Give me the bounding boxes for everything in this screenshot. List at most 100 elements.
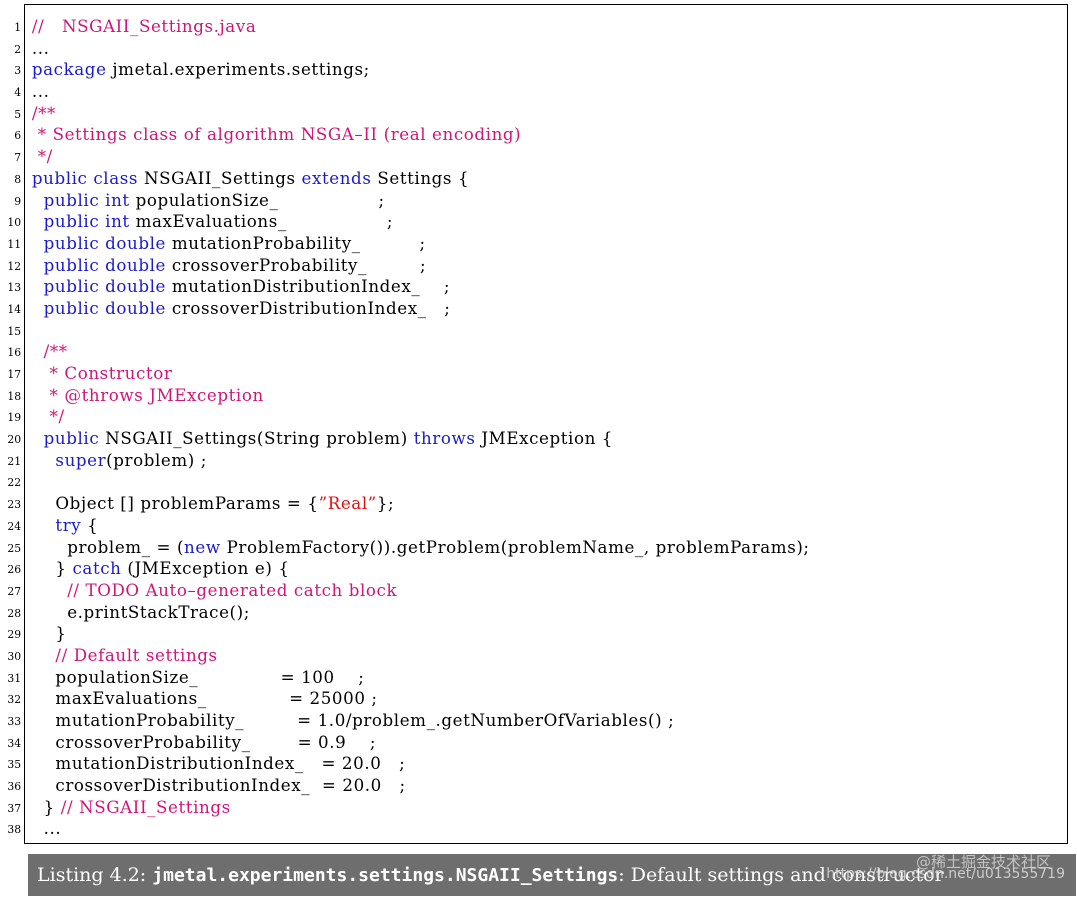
code-text: * @throws JMException xyxy=(32,386,264,408)
code-line: 22 xyxy=(7,472,1047,494)
comment-token: // NSGAII_Settings xyxy=(60,797,231,818)
code-line: 28 e.printStackTrace(); xyxy=(7,603,1047,625)
plain-token: ProblemFactory()).getProblem(problemName… xyxy=(220,537,810,558)
code-text: /** xyxy=(32,104,56,126)
code-text: } catch (JMException e) { xyxy=(32,559,290,581)
plain-token: crossoverDistributionIndex_ = 20.0 ; xyxy=(31,776,406,797)
line-number: 17 xyxy=(7,368,22,381)
line-number: 9 xyxy=(14,194,22,208)
code-line: 19 */ xyxy=(7,407,1047,429)
plain-token: ... xyxy=(31,82,50,103)
keyword-token: throws xyxy=(413,429,476,450)
line-number: 15 xyxy=(7,324,22,338)
code-line: 4... xyxy=(14,82,1047,104)
plain-token: crossoverProbability_ ; xyxy=(166,255,427,276)
line-number: 14 xyxy=(7,302,22,316)
code-text: ... xyxy=(32,819,61,841)
plain-token: } xyxy=(31,797,61,818)
code-text: maxEvaluations_ = 25000 ; xyxy=(32,689,378,711)
code-line: 5 /** xyxy=(14,104,1047,126)
comment-token: /** xyxy=(31,103,56,124)
code-line: 35 mutationDistributionIndex_ = 20.0 ; xyxy=(7,754,1047,776)
code-line: 26 } catch (JMException e) { xyxy=(7,559,1047,581)
keyword-token: public double xyxy=(43,277,167,298)
keyword-token: extends xyxy=(301,168,372,189)
line-number: 20 xyxy=(7,433,22,447)
line-number: 10 xyxy=(7,216,22,230)
line-number: 1 xyxy=(14,21,22,34)
keyword-token: public class xyxy=(31,168,139,189)
line-number: 27 xyxy=(7,584,22,598)
plain-token: Object [] problemParams = { xyxy=(31,494,319,515)
code-text: public NSGAII_Settings(String problem) t… xyxy=(32,429,613,451)
code-text: e.printStackTrace(); xyxy=(32,603,250,625)
plain-token: (problem) ; xyxy=(106,450,207,471)
code-text: public int populationSize_ ; xyxy=(32,191,385,213)
plain-token: Settings { xyxy=(371,168,470,189)
line-number: 19 xyxy=(7,411,22,425)
code-line: 29 } xyxy=(7,624,1047,646)
code-line: 11 public double mutationProbability_ ; xyxy=(7,234,1047,256)
caption-classname: jmetal.experiments.settings.NSGAII_Setti… xyxy=(152,865,619,886)
keyword-token: public xyxy=(43,429,100,450)
code-line: 24 try { xyxy=(7,516,1047,538)
code-text: problem_ = (new ProblemFactory()).getPro… xyxy=(32,538,810,560)
code-text: public double crossoverProbability_ ; xyxy=(32,256,426,278)
code-line: 6 * Settings class of algorithm NSGA–II … xyxy=(14,125,1047,147)
code-text: package jmetal.experiments.settings; xyxy=(32,60,370,82)
line-number: 2 xyxy=(14,42,22,56)
code-line: 36 crossoverDistributionIndex_ = 20.0 ; xyxy=(7,776,1047,798)
code-text: super(problem) ; xyxy=(32,451,207,473)
code-text: // NSGAII_Settings.java xyxy=(32,17,256,39)
keyword-token: public int xyxy=(43,190,130,211)
code-text: public double mutationDistributionIndex_… xyxy=(32,277,450,299)
keyword-token: super xyxy=(55,450,107,471)
keyword-token: public double xyxy=(43,233,167,254)
code-line: 20 public NSGAII_Settings(String problem… xyxy=(7,429,1047,451)
code-line: 30 // Default settings xyxy=(7,646,1047,668)
line-number: 7 xyxy=(14,151,22,165)
plain-token: } xyxy=(31,624,67,645)
line-number: 8 xyxy=(14,172,22,186)
plain-token: maxEvaluations_ = 25000 ; xyxy=(31,689,378,710)
code-line: 21 super(problem) ; xyxy=(7,451,1047,473)
code-text: ... xyxy=(32,82,50,104)
line-number: 13 xyxy=(7,281,22,295)
code-line: 2... xyxy=(14,38,1047,61)
comment-token: // NSGAII_Settings.java xyxy=(31,17,257,37)
keyword-token: new xyxy=(184,537,221,558)
code-text: populationSize_ = 100 ; xyxy=(32,668,365,690)
code-line: 14 public double crossoverDistributionIn… xyxy=(7,299,1047,321)
comment-token: * Constructor xyxy=(43,364,173,384)
line-number: 11 xyxy=(7,237,22,251)
code-line: 25 problem_ = (new ProblemFactory()).get… xyxy=(7,538,1047,560)
plain-token: NSGAII_Settings xyxy=(138,168,302,189)
code-text: try { xyxy=(32,516,99,538)
line-number: 23 xyxy=(7,498,22,512)
code-line: 8 public class NSGAII_Settings extends Se… xyxy=(14,168,1047,191)
plain-token: ... xyxy=(31,38,50,59)
code-line: 9 public int populationSize_ ; xyxy=(14,191,1047,213)
code-line: 37 } // NSGAII_Settings xyxy=(7,797,1047,820)
code-text: public double mutationProbability_ ; xyxy=(32,234,426,256)
code-text: // Default settings xyxy=(32,646,218,668)
comment-token: */ xyxy=(43,407,65,428)
line-number: 21 xyxy=(7,454,22,468)
plain-token: NSGAII_Settings(String problem) xyxy=(99,429,414,450)
line-number: 3 xyxy=(14,64,22,78)
code-text: */ xyxy=(32,147,53,169)
watermark-url: https://blog.csdn.net/u013555719 xyxy=(826,866,1065,882)
line-number: 29 xyxy=(7,628,22,642)
line-number: 24 xyxy=(7,519,22,533)
plain-token: } xyxy=(31,559,73,580)
code-text: crossoverProbability_ = 0.9 ; xyxy=(32,733,376,755)
